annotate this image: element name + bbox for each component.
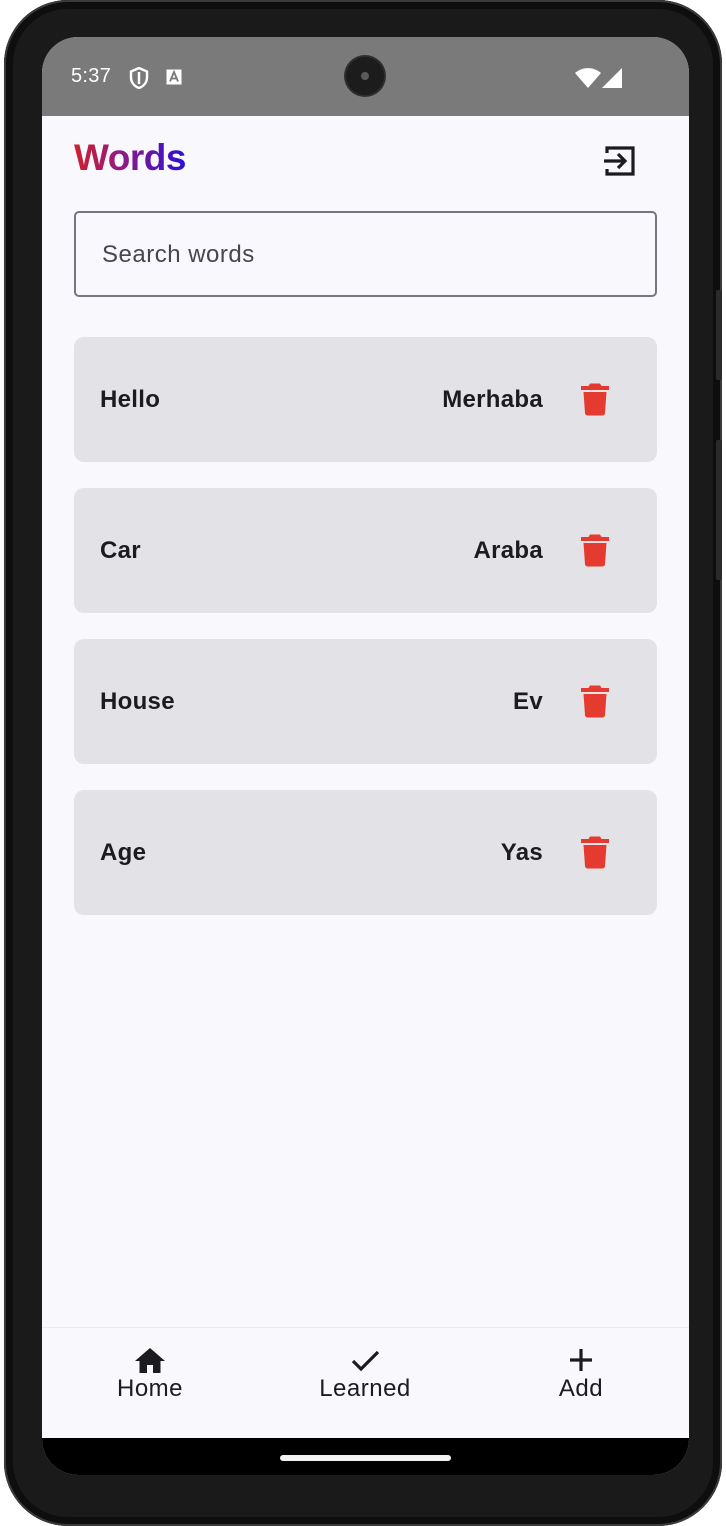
- wifi-icon: [575, 68, 601, 93]
- front-camera: [346, 57, 384, 95]
- trash-icon: [581, 534, 609, 567]
- home-icon: [135, 1348, 165, 1373]
- logout-icon: [604, 146, 635, 176]
- word-english: Hello: [100, 386, 161, 413]
- word-card[interactable]: Car Araba: [74, 488, 657, 613]
- nav-add[interactable]: Add: [473, 1328, 689, 1439]
- nav-home[interactable]: Home: [42, 1328, 258, 1439]
- power-button: [716, 440, 722, 580]
- delete-button[interactable]: [579, 382, 611, 416]
- word-card[interactable]: Hello Merhaba: [74, 337, 657, 462]
- search-field[interactable]: [74, 211, 657, 297]
- delete-button[interactable]: [579, 533, 611, 567]
- signal-icon: [602, 68, 622, 93]
- word-translation: Merhaba: [442, 386, 543, 413]
- check-icon: [351, 1350, 380, 1372]
- word-english: House: [100, 688, 175, 715]
- screen: 5:37 Words Search words Hello Merhaba Ca…: [42, 37, 689, 1475]
- search-input[interactable]: [100, 213, 634, 297]
- word-translation: Ev: [513, 688, 543, 715]
- delete-button[interactable]: [579, 684, 611, 718]
- bottom-navigation: Home Learned Add: [42, 1327, 689, 1439]
- word-english: Car: [100, 537, 141, 564]
- word-list: Hello Merhaba Car Araba House Ev Age Yas: [74, 337, 657, 941]
- volume-button: [716, 290, 722, 380]
- phone-frame: 5:37 Words Search words Hello Merhaba Ca…: [4, 0, 722, 1526]
- system-gesture-bar: [42, 1438, 689, 1475]
- word-translation: Araba: [473, 537, 543, 564]
- a-notification-icon: [166, 69, 182, 90]
- nav-learned-label: Learned: [319, 1375, 411, 1402]
- trash-icon: [581, 836, 609, 869]
- word-translation: Yas: [500, 839, 543, 866]
- shield-icon: [129, 66, 149, 94]
- status-bar: 5:37: [42, 37, 689, 116]
- nav-home-label: Home: [116, 1375, 184, 1402]
- page-title: Words: [74, 137, 186, 178]
- trash-icon: [581, 685, 609, 718]
- status-time: 5:37: [71, 65, 112, 87]
- plus-icon: [570, 1349, 592, 1371]
- nav-add-label: Add: [558, 1375, 604, 1402]
- word-card[interactable]: Age Yas: [74, 790, 657, 915]
- word-english: Age: [100, 839, 147, 866]
- logout-button[interactable]: [600, 141, 640, 181]
- nav-learned[interactable]: Learned: [257, 1328, 473, 1439]
- delete-button[interactable]: [579, 835, 611, 869]
- home-gesture-handle[interactable]: [280, 1455, 451, 1461]
- trash-icon: [581, 383, 609, 416]
- word-card[interactable]: House Ev: [74, 639, 657, 764]
